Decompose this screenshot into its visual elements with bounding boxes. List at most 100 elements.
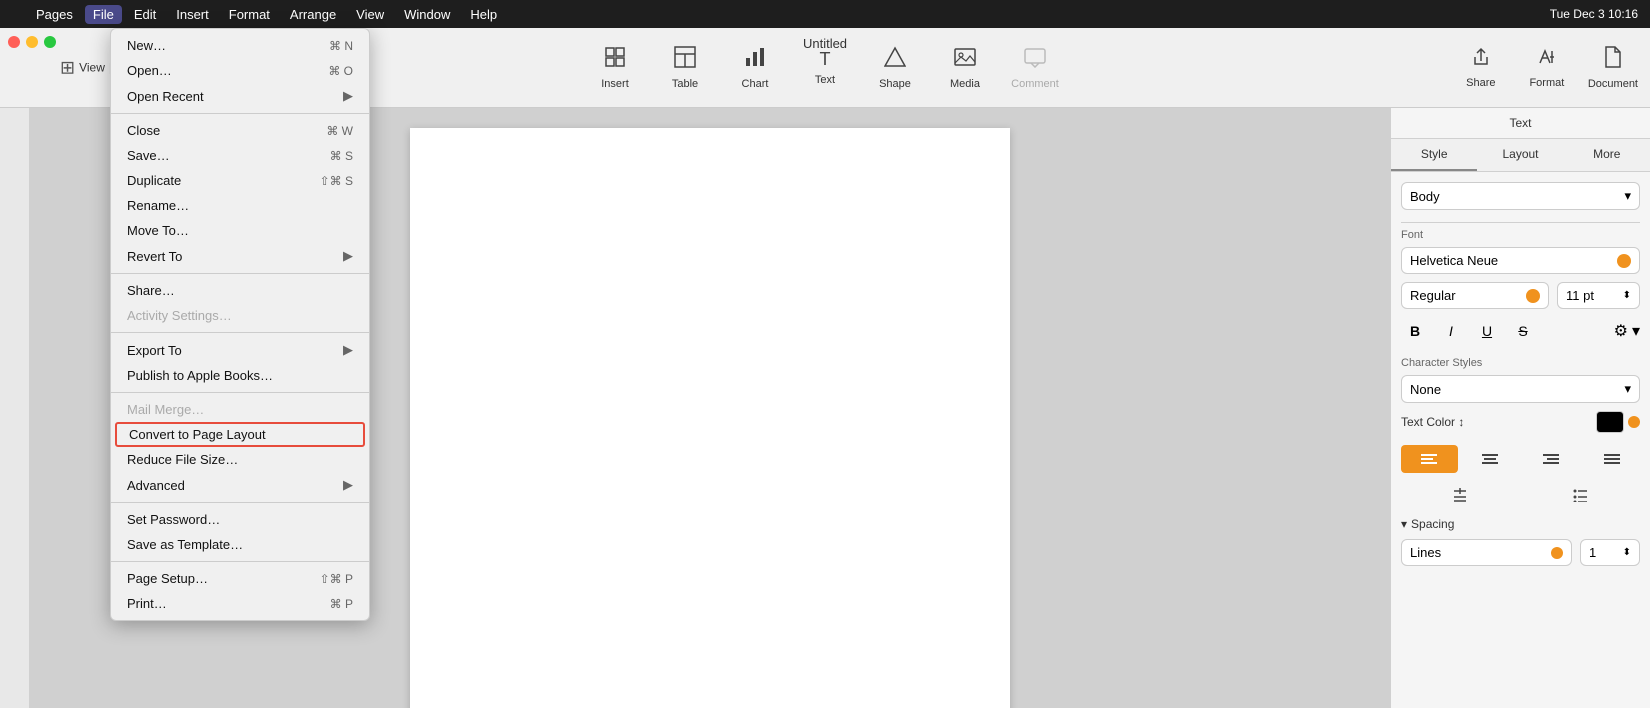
- menu-open-recent[interactable]: Open Recent ▶: [111, 83, 369, 109]
- text-icon: T: [820, 49, 831, 70]
- char-styles-dropdown[interactable]: None ▾: [1401, 375, 1640, 403]
- menu-save-template-label: Save as Template…: [127, 537, 243, 552]
- spacing-stepper[interactable]: ⬍: [1623, 547, 1631, 558]
- shape-icon: [884, 46, 906, 74]
- font-style-size-row: Regular 11 pt ⬍: [1401, 282, 1640, 309]
- menubar-format[interactable]: Format: [221, 5, 278, 24]
- traffic-lights: [8, 36, 56, 48]
- insert-button[interactable]: Insert: [590, 46, 640, 90]
- tab-style[interactable]: Style: [1391, 139, 1477, 171]
- align-left-button[interactable]: [1401, 445, 1458, 473]
- menu-open-label: Open…: [127, 63, 172, 78]
- menu-move-to[interactable]: Move To…: [111, 218, 369, 243]
- share-icon: [1471, 47, 1491, 73]
- menu-reduce[interactable]: Reduce File Size…: [111, 447, 369, 472]
- menubar-help[interactable]: Help: [462, 5, 505, 24]
- spacing-section: ▾ Spacing Lines 1 ⬍: [1401, 517, 1640, 566]
- menu-publish[interactable]: Publish to Apple Books…: [111, 363, 369, 388]
- chart-button[interactable]: Chart: [730, 46, 780, 90]
- text-color-control[interactable]: [1596, 411, 1640, 433]
- menubar-view[interactable]: View: [348, 5, 392, 24]
- separator-5: [111, 502, 369, 503]
- document-page[interactable]: [410, 128, 1010, 708]
- add-column-button[interactable]: [1401, 481, 1519, 509]
- italic-button[interactable]: I: [1437, 317, 1465, 345]
- spacing-value-input[interactable]: 1 ⬍: [1580, 539, 1640, 566]
- menu-duplicate[interactable]: Duplicate ⇧⌘ S: [111, 168, 369, 193]
- menu-advanced[interactable]: Advanced ▶: [111, 472, 369, 498]
- spacing-lines-dropdown[interactable]: Lines: [1401, 539, 1572, 566]
- font-style-dropdown[interactable]: Regular: [1401, 282, 1549, 309]
- menu-save-as-template[interactable]: Save as Template…: [111, 532, 369, 557]
- menu-open[interactable]: Open… ⌘ O: [111, 58, 369, 83]
- panel-section-label: Text: [1391, 108, 1650, 139]
- menu-new-shortcut: ⌘ N: [329, 39, 353, 53]
- menu-new[interactable]: New… ⌘ N: [111, 33, 369, 58]
- separator-3: [111, 332, 369, 333]
- spacing-number: 1: [1589, 545, 1596, 560]
- menubar-file[interactable]: File: [85, 5, 122, 24]
- table-button[interactable]: Table: [660, 46, 710, 90]
- document-panel-button[interactable]: Document: [1588, 46, 1638, 90]
- paragraph-style-section: Body ▾: [1401, 182, 1640, 210]
- menubar-insert[interactable]: Insert: [168, 5, 217, 24]
- maximize-button[interactable]: [44, 36, 56, 48]
- separator-1: [111, 113, 369, 114]
- close-button[interactable]: [8, 36, 20, 48]
- menu-mail-merge-label: Mail Merge…: [127, 402, 204, 417]
- align-right-button[interactable]: [1523, 445, 1580, 473]
- menu-page-setup[interactable]: Page Setup… ⇧⌘ P: [111, 566, 369, 591]
- menu-save[interactable]: Save… ⌘ S: [111, 143, 369, 168]
- text-button[interactable]: T Text: [800, 49, 850, 86]
- paragraph-style-dropdown[interactable]: Body ▾: [1401, 182, 1640, 210]
- tab-more[interactable]: More: [1564, 139, 1650, 171]
- text-color-swatch[interactable]: [1596, 411, 1624, 433]
- shape-button[interactable]: Shape: [870, 46, 920, 90]
- menubar: Pages File Edit Insert Format Arrange Vi…: [0, 0, 1650, 28]
- comment-button[interactable]: Comment: [1010, 46, 1060, 90]
- strikethrough-button[interactable]: S: [1509, 317, 1537, 345]
- menubar-edit[interactable]: Edit: [126, 5, 164, 24]
- format-icon: [1537, 47, 1557, 73]
- gear-icon: ⚙: [1614, 321, 1628, 341]
- font-section: Font Helvetica Neue Regular 11 pt ⬍: [1401, 229, 1640, 345]
- font-family-dropdown[interactable]: Helvetica Neue: [1401, 247, 1640, 274]
- font-size-stepper[interactable]: ⬍: [1623, 290, 1631, 301]
- menu-new-label: New…: [127, 38, 166, 53]
- align-justify-button[interactable]: [1583, 445, 1640, 473]
- menubar-pages[interactable]: Pages: [28, 5, 81, 24]
- panel-content: Body ▾ Font Helvetica Neue Regular: [1391, 172, 1650, 708]
- menubar-arrange[interactable]: Arrange: [282, 5, 344, 24]
- menu-set-password[interactable]: Set Password…: [111, 507, 369, 532]
- list-style-button[interactable]: [1523, 481, 1641, 509]
- menu-export-label: Export To: [127, 343, 182, 358]
- chevron-down-icon-3: ▾: [1624, 381, 1631, 397]
- align-center-button[interactable]: [1462, 445, 1519, 473]
- menu-convert-label: Convert to Page Layout: [129, 427, 266, 442]
- view-toggle[interactable]: ⊞: [60, 57, 75, 78]
- spacing-header[interactable]: ▾ Spacing: [1401, 517, 1640, 531]
- menu-share[interactable]: Share…: [111, 278, 369, 303]
- format-panel-button[interactable]: Format: [1522, 47, 1572, 89]
- menu-revert-to[interactable]: Revert To ▶: [111, 243, 369, 269]
- char-styles-value: None: [1410, 382, 1441, 397]
- menu-print[interactable]: Print… ⌘ P: [111, 591, 369, 616]
- minimize-button[interactable]: [26, 36, 38, 48]
- bold-button[interactable]: B: [1401, 317, 1429, 345]
- tab-layout[interactable]: Layout: [1477, 139, 1563, 171]
- menu-convert[interactable]: Convert to Page Layout: [115, 422, 365, 447]
- menu-rename[interactable]: Rename…: [111, 193, 369, 218]
- insert-icon: [604, 46, 626, 74]
- font-family-value: Helvetica Neue: [1410, 253, 1498, 268]
- menu-export-to[interactable]: Export To ▶: [111, 337, 369, 363]
- menu-open-shortcut: ⌘ O: [328, 64, 353, 78]
- menu-close[interactable]: Close ⌘ W: [111, 118, 369, 143]
- menubar-window[interactable]: Window: [396, 5, 458, 24]
- media-button[interactable]: Media: [940, 46, 990, 90]
- view-label[interactable]: View: [79, 61, 105, 75]
- menu-activity-label: Activity Settings…: [127, 308, 232, 323]
- underline-button[interactable]: U: [1473, 317, 1501, 345]
- share-button[interactable]: Share: [1456, 47, 1506, 89]
- font-size-input[interactable]: 11 pt ⬍: [1557, 282, 1640, 309]
- text-options-dropdown[interactable]: ⚙ ▾: [1614, 321, 1640, 341]
